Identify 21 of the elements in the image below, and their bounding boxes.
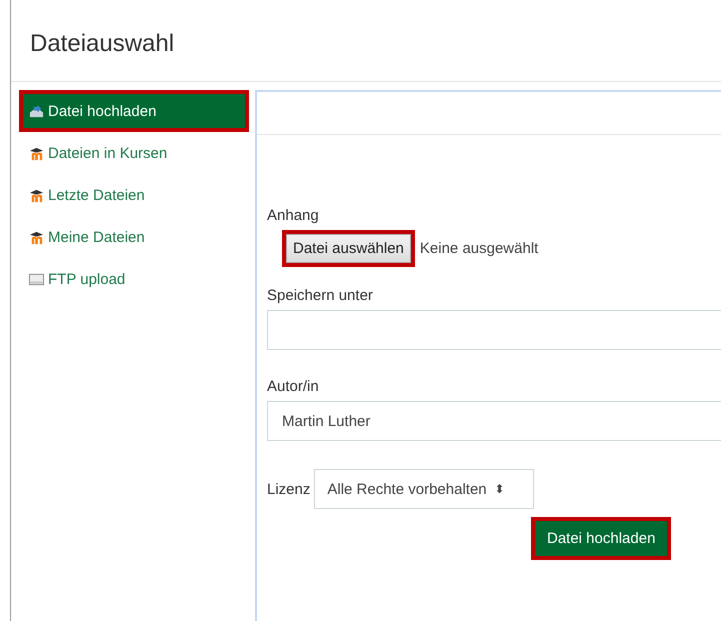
- field-label: Lizenz: [267, 480, 310, 498]
- choose-file-button[interactable]: Datei auswählen: [286, 234, 411, 263]
- repository-link[interactable]: Letzte Dateien: [19, 174, 249, 216]
- repository-link[interactable]: Meine Dateien: [19, 216, 249, 258]
- field-label: Speichern unter: [267, 287, 373, 304]
- graduation-cap-icon: [29, 146, 44, 160]
- repository-link[interactable]: Datei hochladen: [19, 90, 249, 132]
- field-label: Autor/in: [267, 378, 319, 395]
- dialog-title: Dateiauswahl: [11, 0, 721, 82]
- graduation-cap-icon: [29, 188, 44, 202]
- field-label: Anhang: [267, 207, 319, 224]
- repository-link[interactable]: FTP upload: [19, 258, 249, 300]
- license-select[interactable]: Alle Rechte vorbehalten ⬍: [314, 469, 534, 509]
- upload-button[interactable]: Datei hochladen: [531, 517, 672, 560]
- drive-icon: [29, 272, 44, 286]
- file-status: Keine ausgewählt: [420, 240, 538, 257]
- graduation-cap-icon: [29, 230, 44, 244]
- author-field[interactable]: Martin Luther: [267, 401, 721, 441]
- save-as-field[interactable]: [267, 310, 721, 350]
- repository-link[interactable]: Dateien in Kursen: [19, 132, 249, 174]
- upload-icon: [29, 104, 44, 118]
